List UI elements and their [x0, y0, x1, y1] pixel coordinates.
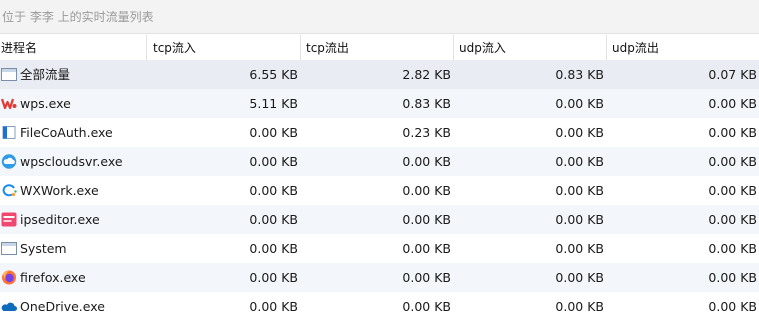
- process-name: 全部流量: [20, 67, 71, 82]
- udp-in-value: 0.00 KB: [555, 154, 604, 169]
- tcp-in-value: 0.00 KB: [249, 241, 298, 256]
- tcp-in-value: 0.00 KB: [249, 154, 298, 169]
- udp-out-value: 0.00 KB: [708, 299, 757, 314]
- process-traffic-list: 全部流量 6.55 KB 2.82 KB 0.83 KB 0.07 KB wps…: [0, 60, 759, 321]
- cloud-icon: [1, 154, 17, 169]
- table-row[interactable]: ipseditor.exe 0.00 KB 0.00 KB 0.00 KB 0.…: [0, 205, 759, 234]
- tcp-out-value: 0.00 KB: [402, 154, 451, 169]
- udp-in-value: 0.00 KB: [555, 183, 604, 198]
- window-icon: [1, 241, 17, 256]
- tcp-out-value: 0.00 KB: [402, 212, 451, 227]
- process-name: FileCoAuth.exe: [20, 125, 113, 140]
- udp-out-value: 0.07 KB: [708, 67, 757, 82]
- process-name: OneDrive.exe: [20, 299, 105, 314]
- tcp-out-value: 0.00 KB: [402, 183, 451, 198]
- process-name: wpscloudsvr.exe: [20, 154, 123, 169]
- column-header-udp-out[interactable]: udp流出: [612, 35, 659, 60]
- process-name: wps.exe: [20, 96, 71, 111]
- table-row[interactable]: WXWork.exe 0.00 KB 0.00 KB 0.00 KB 0.00 …: [0, 176, 759, 205]
- column-header-udp-in[interactable]: udp流入: [459, 35, 506, 60]
- ipseditor-icon: [1, 212, 17, 227]
- column-header-process-name[interactable]: 进程名: [1, 35, 37, 60]
- udp-in-value: 0.00 KB: [555, 270, 604, 285]
- udp-out-value: 0.00 KB: [708, 125, 757, 140]
- tcp-in-value: 0.00 KB: [249, 183, 298, 198]
- tcp-out-value: 0.00 KB: [402, 299, 451, 314]
- table-header: 进程名 tcp流入 tcp流出 udp流入 udp流出: [0, 35, 759, 61]
- udp-out-value: 0.00 KB: [708, 154, 757, 169]
- udp-in-value: 0.00 KB: [555, 125, 604, 140]
- tcp-in-value: 0.00 KB: [249, 125, 298, 140]
- tcp-in-value: 0.00 KB: [249, 299, 298, 314]
- column-divider[interactable]: [453, 35, 454, 60]
- udp-in-value: 0.00 KB: [555, 299, 604, 314]
- column-divider[interactable]: [300, 35, 301, 60]
- udp-out-value: 0.00 KB: [708, 96, 757, 111]
- table-row[interactable]: OneDrive.exe 0.00 KB 0.00 KB 0.00 KB 0.0…: [0, 292, 759, 321]
- table-row[interactable]: 全部流量 6.55 KB 2.82 KB 0.83 KB 0.07 KB: [0, 60, 759, 89]
- column-divider[interactable]: [606, 35, 607, 60]
- column-header-tcp-out[interactable]: tcp流出: [306, 35, 349, 60]
- tcp-in-value: 6.55 KB: [249, 67, 298, 82]
- firefox-icon: [1, 270, 17, 285]
- udp-in-value: 0.00 KB: [555, 96, 604, 111]
- tcp-out-value: 0.00 KB: [402, 270, 451, 285]
- window-icon: [1, 67, 17, 82]
- udp-out-value: 0.00 KB: [708, 183, 757, 198]
- tcp-in-value: 5.11 KB: [249, 96, 298, 111]
- udp-in-value: 0.83 KB: [555, 67, 604, 82]
- udp-out-value: 0.00 KB: [708, 270, 757, 285]
- tcp-out-value: 0.23 KB: [402, 125, 451, 140]
- process-name: ipseditor.exe: [20, 212, 100, 227]
- tcp-out-value: 0.83 KB: [402, 96, 451, 111]
- tcp-out-value: 0.00 KB: [402, 241, 451, 256]
- tcp-out-value: 2.82 KB: [402, 67, 451, 82]
- column-divider[interactable]: [146, 35, 147, 60]
- column-header-tcp-in[interactable]: tcp流入: [153, 35, 196, 60]
- table-row[interactable]: wps.exe 5.11 KB 0.83 KB 0.00 KB 0.00 KB: [0, 89, 759, 118]
- process-name: WXWork.exe: [20, 183, 99, 198]
- wxwork-icon: [1, 183, 17, 198]
- tcp-in-value: 0.00 KB: [249, 212, 298, 227]
- window-title: 位于 李李 上的实时流量列表: [2, 10, 154, 24]
- udp-out-value: 0.00 KB: [708, 241, 757, 256]
- udp-in-value: 0.00 KB: [555, 212, 604, 227]
- window-title-bar: 位于 李李 上的实时流量列表: [0, 0, 759, 34]
- filecoauth-icon: [1, 125, 17, 140]
- onedrive-icon: [1, 299, 18, 314]
- udp-in-value: 0.00 KB: [555, 241, 604, 256]
- tcp-in-value: 0.00 KB: [249, 270, 298, 285]
- table-row[interactable]: firefox.exe 0.00 KB 0.00 KB 0.00 KB 0.00…: [0, 263, 759, 292]
- process-name: firefox.exe: [20, 270, 86, 285]
- process-name: System: [20, 241, 67, 256]
- udp-out-value: 0.00 KB: [708, 212, 757, 227]
- table-row[interactable]: System 0.00 KB 0.00 KB 0.00 KB 0.00 KB: [0, 234, 759, 263]
- wps-icon: [0, 96, 17, 111]
- table-row[interactable]: FileCoAuth.exe 0.00 KB 0.23 KB 0.00 KB 0…: [0, 118, 759, 147]
- table-row[interactable]: wpscloudsvr.exe 0.00 KB 0.00 KB 0.00 KB …: [0, 147, 759, 176]
